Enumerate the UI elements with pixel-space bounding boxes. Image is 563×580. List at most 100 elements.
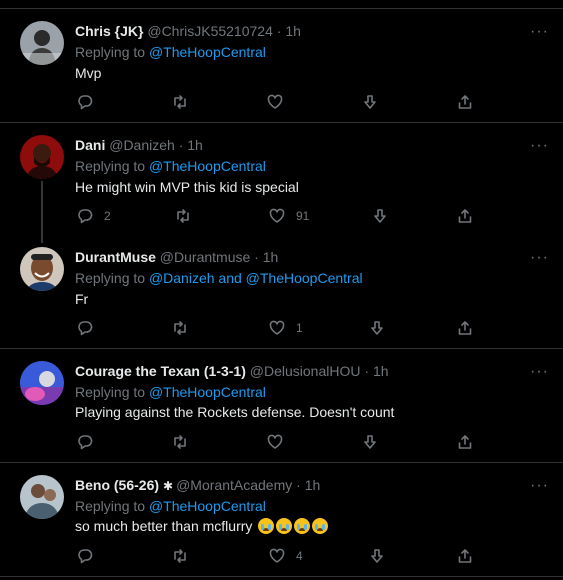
reply-button[interactable]	[77, 547, 104, 565]
share-button[interactable]	[457, 319, 473, 337]
like-button[interactable]: 4	[269, 547, 303, 565]
user-handle[interactable]: @Danizeh	[109, 137, 175, 153]
like-button[interactable]	[267, 93, 294, 111]
timestamp[interactable]: 1h	[187, 137, 203, 153]
retweet-button[interactable]	[172, 433, 199, 451]
retweet-icon	[174, 95, 186, 109]
like-count: 91	[296, 209, 310, 223]
retweet-button[interactable]	[172, 93, 199, 111]
user-name[interactable]: Chris {JK}	[75, 23, 143, 39]
avatar[interactable]	[20, 361, 64, 405]
tweet-text-line: so much better than mcflurry	[75, 518, 329, 535]
like-icon	[267, 434, 283, 449]
user-handle[interactable]: @DelusionalHOU	[250, 363, 361, 379]
tweet-text: so much better than mcflurry	[75, 518, 253, 534]
share-icon	[458, 549, 472, 563]
avatar[interactable]	[20, 135, 64, 179]
like-icon	[269, 320, 285, 335]
retweet-icon	[174, 435, 186, 449]
user-handle[interactable]: @Durantmuse	[160, 249, 250, 265]
separator-dot: ·	[254, 249, 259, 265]
crying-emoji-icon	[294, 518, 311, 534]
user-name[interactable]: DurantMuse	[75, 249, 156, 265]
retweet-button[interactable]	[172, 319, 199, 337]
timestamp[interactable]: 1h	[373, 363, 389, 379]
separator-dot: ·	[364, 363, 370, 379]
user-name[interactable]: Courage the Texan (1-3-1)	[75, 363, 246, 379]
like-icon	[269, 208, 285, 223]
replying-to-label: Replying to	[75, 270, 146, 286]
reply-button[interactable]: 2	[77, 207, 111, 225]
replying-to-label: Replying to	[75, 158, 146, 174]
reply-icon	[78, 209, 93, 224]
share-button[interactable]	[457, 93, 473, 111]
separator-dot: ·	[296, 477, 301, 493]
tweet-text: Fr	[75, 291, 89, 307]
like-button[interactable]: 1	[269, 319, 303, 337]
retweet-button[interactable]	[175, 207, 202, 225]
more-icon[interactable]: ···	[530, 24, 549, 40]
reply-count: 2	[104, 209, 111, 223]
timestamp[interactable]: 1h	[305, 477, 321, 493]
tweet[interactable]: Beno (56-26) ✱ @MorantAcademy · 1h ··· Rep…	[0, 463, 563, 580]
separator-dot: ·	[178, 137, 184, 153]
retweet-icon	[174, 321, 186, 335]
more-icon[interactable]: ···	[530, 478, 549, 494]
timestamp[interactable]: 1h	[285, 23, 301, 39]
replying-to-link[interactable]: @Danizeh and @TheHoopCentral	[149, 270, 363, 286]
downvote-button[interactable]	[369, 319, 385, 337]
reply-button[interactable]	[77, 433, 104, 451]
avatar[interactable]	[20, 247, 64, 291]
tweet[interactable]: DurantMuse @Durantmuse · 1h ··· Replying…	[0, 237, 563, 348]
downvote-button[interactable]	[369, 547, 385, 565]
replying-to-link[interactable]: @TheHoopCentral	[149, 498, 266, 514]
tweet[interactable]: Chris {JK} @ChrisJK55210724 · 1h ··· Rep…	[0, 9, 563, 121]
reply-icon	[78, 95, 93, 110]
downvote-button[interactable]	[362, 433, 378, 451]
share-button[interactable]	[457, 547, 473, 565]
replying-to-label: Replying to	[75, 44, 146, 60]
reply-icon	[78, 549, 93, 564]
downvote-button[interactable]	[362, 93, 378, 111]
crying-emoji-icon	[312, 518, 329, 534]
replying-to-link[interactable]: @TheHoopCentral	[149, 158, 266, 174]
tweet-text: Mvp	[75, 65, 102, 81]
reply-button[interactable]	[77, 319, 104, 337]
retweet-button[interactable]	[172, 547, 199, 565]
like-button[interactable]	[267, 433, 294, 451]
downvote-button[interactable]	[372, 207, 388, 225]
avatar[interactable]	[20, 21, 64, 65]
tweet[interactable]: Dani @Danizeh · 1h ··· Replying to @TheH…	[0, 123, 563, 243]
like-icon	[267, 94, 283, 109]
share-button[interactable]	[457, 207, 473, 225]
tweet[interactable]: Courage the Texan (1-3-1) @DelusionalHOU…	[0, 349, 563, 462]
replying-to-label: Replying to	[75, 384, 146, 400]
thread-line	[41, 181, 43, 243]
more-icon[interactable]: ···	[530, 250, 549, 266]
more-icon[interactable]: ···	[530, 138, 549, 154]
like-button[interactable]: 91	[269, 207, 309, 225]
downvote-icon	[364, 435, 376, 449]
share-button[interactable]	[457, 433, 473, 451]
retweet-icon	[177, 209, 189, 223]
share-icon	[458, 321, 472, 335]
downvote-icon	[364, 95, 376, 109]
like-count: 4	[296, 549, 303, 563]
timestamp[interactable]: 1h	[263, 249, 279, 265]
share-icon	[458, 209, 472, 223]
reply-button[interactable]	[77, 93, 104, 111]
separator-dot: ·	[276, 23, 282, 39]
user-name[interactable]: Beno (56-26)	[75, 477, 159, 493]
user-handle[interactable]: @ChrisJK55210724	[147, 23, 273, 39]
badge-icon: ✱	[163, 479, 174, 493]
more-icon[interactable]: ···	[530, 364, 549, 380]
replying-to-link[interactable]: @TheHoopCentral	[149, 44, 266, 60]
replying-to-link[interactable]: @TheHoopCentral	[149, 384, 266, 400]
reply-icon	[78, 435, 93, 450]
user-name[interactable]: Dani	[75, 137, 105, 153]
downvote-icon	[371, 549, 383, 563]
avatar[interactable]	[20, 475, 64, 519]
downvote-icon	[371, 321, 383, 335]
replying-to-label: Replying to	[75, 498, 146, 514]
user-handle[interactable]: @MorantAcademy	[176, 477, 292, 493]
